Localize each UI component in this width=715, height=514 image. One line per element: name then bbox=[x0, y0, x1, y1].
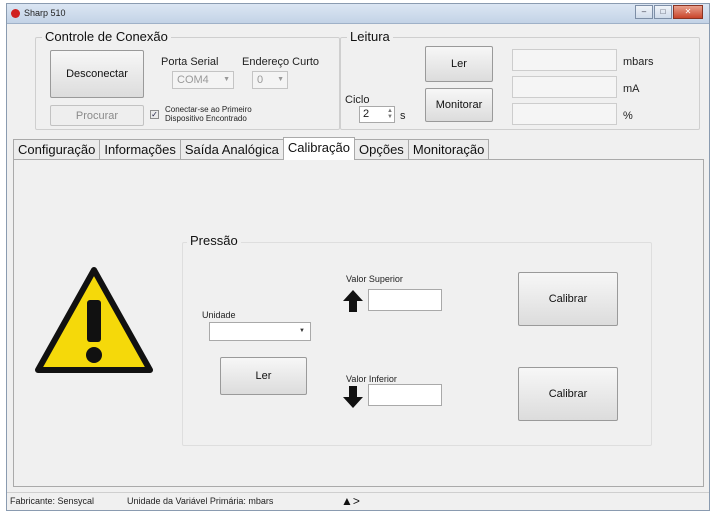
unit-label: Unidade bbox=[202, 310, 236, 320]
monitor-button[interactable]: Monitorar bbox=[425, 88, 493, 122]
connection-legend: Controle de Conexão bbox=[42, 29, 171, 44]
short-address-value: 0 bbox=[257, 74, 264, 86]
search-button[interactable]: Procurar bbox=[50, 105, 144, 126]
lower-value-label: Valor Inferior bbox=[346, 374, 397, 384]
chevron-down-icon: ▼ bbox=[277, 76, 284, 83]
cycle-unit: s bbox=[400, 110, 406, 122]
status-warning-icon[interactable]: ▲˃ bbox=[341, 494, 360, 508]
maximize-icon[interactable]: □ bbox=[654, 5, 672, 19]
arrow-down-icon bbox=[343, 386, 363, 408]
calibration-panel: Pressão Unidade ▼ Ler Valor Superior Val… bbox=[13, 159, 704, 487]
upper-value-label: Valor Superior bbox=[346, 274, 403, 284]
app-icon bbox=[11, 9, 20, 18]
pressure-legend: Pressão bbox=[187, 233, 241, 248]
pressure-reading-field bbox=[512, 49, 617, 71]
window-controls: – □ ✕ bbox=[634, 5, 703, 19]
tab-options[interactable]: Opções bbox=[354, 139, 409, 159]
cycle-input[interactable]: 2 ▲ ▼ bbox=[359, 106, 395, 123]
read-button[interactable]: Ler bbox=[425, 46, 493, 82]
upper-value-input[interactable] bbox=[368, 289, 442, 311]
chevron-down-icon: ▼ bbox=[299, 328, 305, 334]
warning-icon bbox=[35, 267, 153, 373]
primary-unit-status: Unidade da Variável Primária: mbars bbox=[127, 496, 274, 506]
pressure-read-button[interactable]: Ler bbox=[220, 357, 307, 395]
auto-connect-label-line2: Dispositivo Encontrado bbox=[165, 114, 247, 123]
serial-port-select[interactable]: COM4 ▼ bbox=[172, 71, 234, 89]
unit-mbars: mbars bbox=[623, 56, 654, 68]
tab-strip: Configuração Informações Saída Analógica… bbox=[13, 137, 490, 160]
serial-port-value: COM4 bbox=[177, 74, 209, 86]
tab-information[interactable]: Informações bbox=[99, 139, 181, 159]
current-reading-field bbox=[512, 76, 617, 98]
arrow-up-icon bbox=[343, 290, 363, 312]
app-window: Sharp 510 – □ ✕ Controle de Conexão Desc… bbox=[6, 3, 710, 511]
spinner-icon[interactable]: ▲ ▼ bbox=[387, 108, 393, 120]
cycle-value: 2 bbox=[363, 108, 370, 120]
serial-port-label: Porta Serial bbox=[161, 56, 219, 68]
percent-reading-field bbox=[512, 103, 617, 125]
close-icon[interactable]: ✕ bbox=[673, 5, 703, 19]
auto-connect-label-line1: Conectar-se ao Primeiro bbox=[165, 105, 252, 114]
chevron-down-icon: ▼ bbox=[223, 76, 230, 83]
lower-value-input[interactable] bbox=[368, 384, 442, 406]
unit-select[interactable]: ▼ bbox=[209, 322, 311, 341]
cycle-label: Ciclo bbox=[345, 94, 370, 106]
tab-monitoring[interactable]: Monitoração bbox=[407, 139, 490, 159]
tab-configuration[interactable]: Configuração bbox=[13, 139, 101, 159]
minimize-icon[interactable]: – bbox=[635, 5, 653, 19]
calibrate-upper-button[interactable]: Calibrar bbox=[518, 272, 618, 326]
reading-legend: Leitura bbox=[347, 29, 393, 44]
calibrate-lower-button[interactable]: Calibrar bbox=[518, 367, 618, 421]
tab-calibration[interactable]: Calibração bbox=[282, 137, 355, 160]
title-bar: Sharp 510 – □ ✕ bbox=[7, 4, 709, 24]
short-address-label: Endereço Curto bbox=[242, 56, 320, 68]
disconnect-button[interactable]: Desconectar bbox=[50, 50, 144, 98]
unit-percent: % bbox=[623, 110, 633, 122]
window-title: Sharp 510 bbox=[24, 8, 66, 18]
manufacturer-status: Fabricante: Sensycal bbox=[10, 496, 95, 506]
auto-connect-checkbox[interactable]: ✓ bbox=[150, 110, 159, 119]
status-bar: Fabricante: Sensycal Unidade da Variável… bbox=[7, 492, 709, 510]
unit-ma: mA bbox=[623, 83, 640, 95]
short-address-select[interactable]: 0 ▼ bbox=[252, 71, 288, 89]
tab-analog-output[interactable]: Saída Analógica bbox=[179, 139, 284, 159]
